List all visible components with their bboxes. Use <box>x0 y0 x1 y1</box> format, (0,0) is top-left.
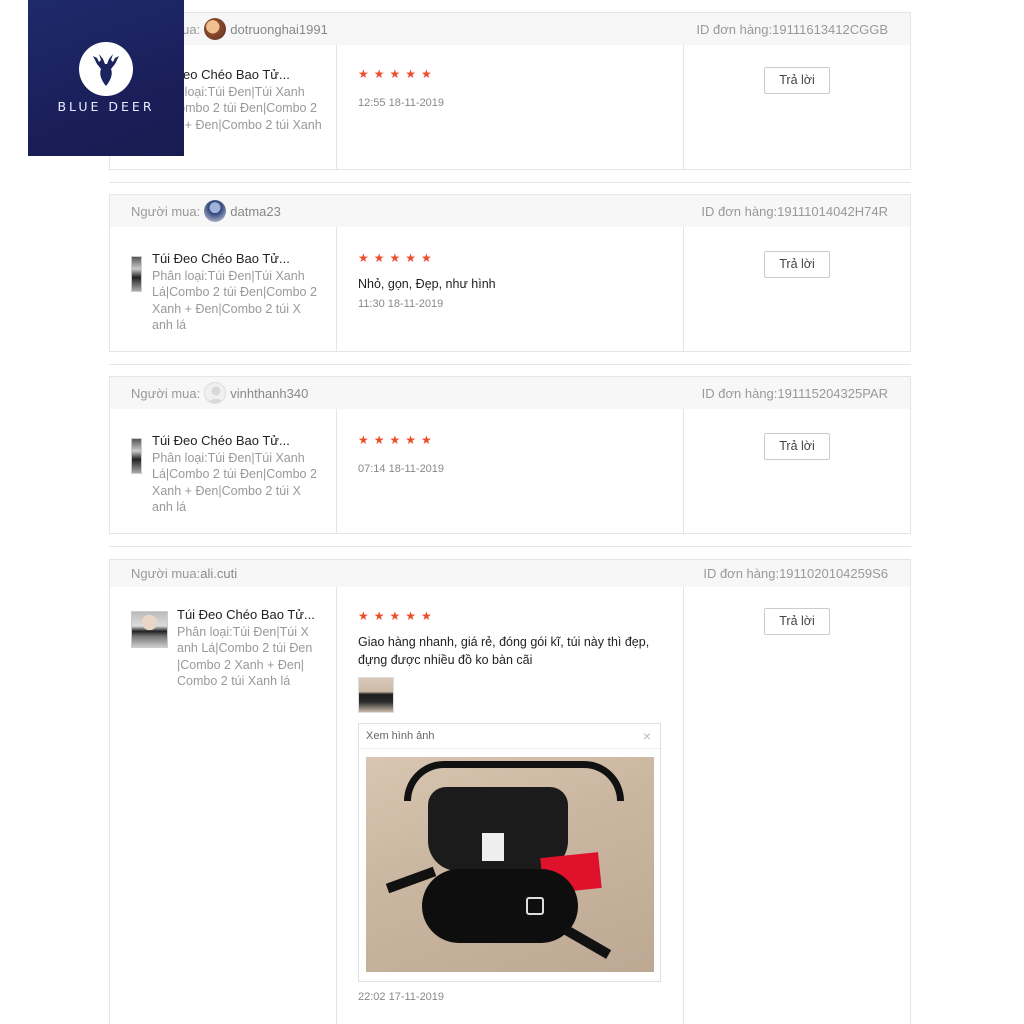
order-id: ID đơn hàng:19111613412CGGB <box>696 21 888 37</box>
action-column: Trả lời <box>684 227 910 351</box>
product-name[interactable]: Túi Đeo Chéo Bao Tử... <box>152 433 312 450</box>
rating-stars: ★★★★★ <box>358 251 437 265</box>
product-info: Túi Đeo Chéo Bao Tử... Phân loại:Túi Đen… <box>152 251 322 351</box>
product-column: Túi Đeo Chéo Bao Tử... Phân loại:Túi Đen… <box>110 587 337 1024</box>
review-card: Người mua: dotruonghai1991 ID đơn hàng:1… <box>109 12 911 170</box>
review-card-body: Túi Đeo Chéo Bao Tử... Phân loại:Túi Đen… <box>110 45 910 169</box>
product-variant: Phân loại:Túi Đen|Túi X anh Lá|Combo 2 t… <box>177 624 313 689</box>
buyer-name[interactable]: dotruonghai1991 <box>230 22 328 37</box>
product-info: Túi Đeo Chéo Bao Tử... Phân loại:Túi Đen… <box>177 607 317 1024</box>
product-thumbnail[interactable] <box>131 256 142 292</box>
action-column: Trả lời <box>684 587 910 1024</box>
buyer-label: Người mua: <box>131 566 201 581</box>
review-comment: Giao hàng nhanh, giá rẻ, đóng gói kĩ, tú… <box>358 635 650 667</box>
review-column: ★★★★★ 12:55 18-11-2019 <box>337 45 684 169</box>
review-time: 12:55 18-11-2019 <box>358 97 445 109</box>
reply-button[interactable]: Trả lời <box>764 67 830 94</box>
order-id: ID đơn hàng:19111014042H74R <box>701 203 888 219</box>
image-viewer-title: Xem hình ảnh <box>366 730 435 742</box>
review-time: 11:30 18-11-2019 <box>358 298 444 310</box>
product-variant: Phân loại:Túi Đen|Túi Xanh Lá|Combo 2 tú… <box>152 450 317 515</box>
order-id: ID đơn hàng:191115204325PAR <box>701 385 888 401</box>
product-name[interactable]: Túi Đeo Chéo Bao Tử... <box>177 607 317 624</box>
review-card-header: Người mua: ali.cuti ID đơn hàng:19110201… <box>110 560 910 587</box>
review-card-body: Túi Đeo Chéo Bao Tử... Phân loại:Túi Đen… <box>110 587 910 1024</box>
image-viewer-header: Xem hình ảnh × <box>359 724 660 749</box>
buyer-avatar[interactable] <box>204 200 227 222</box>
card-divider <box>109 546 911 547</box>
review-comment: Nhỏ, gọn, Đẹp, như hình <box>358 277 496 291</box>
product-name[interactable]: Túi Đeo Chéo Bao Tử... <box>152 251 312 268</box>
review-card: Người mua: datma23 ID đơn hàng:191110140… <box>109 194 911 352</box>
product-thumbnail[interactable] <box>131 438 142 474</box>
buyer-info: Người mua: datma23 <box>131 200 281 222</box>
product-thumbnail[interactable] <box>131 611 168 648</box>
review-card: Người mua: ali.cuti ID đơn hàng:19110201… <box>109 559 911 1024</box>
review-photo <box>366 757 654 972</box>
rating-stars: ★★★★★ <box>358 67 437 81</box>
buyer-name[interactable]: ali.cuti <box>200 566 237 581</box>
brand-name: BLUE DEER <box>57 99 155 114</box>
review-column: ★★★★★ Giao hàng nhanh, giá rẻ, đóng gói … <box>337 587 684 1024</box>
review-image-thumbnail[interactable] <box>358 677 394 713</box>
reply-button[interactable]: Trả lời <box>764 433 830 460</box>
review-card-body: Túi Đeo Chéo Bao Tử... Phân loại:Túi Đen… <box>110 227 910 351</box>
product-info: Túi Đeo Chéo Bao Tử... Phân loại:Túi Đen… <box>152 433 322 533</box>
product-column: Túi Đeo Chéo Bao Tử... Phân loại:Túi Đen… <box>110 409 337 533</box>
review-card-header: Người mua: datma23 ID đơn hàng:191110140… <box>110 195 910 227</box>
review-column: ★★★★★ 07:14 18-11-2019 <box>337 409 684 533</box>
buyer-info: Người mua: ali.cuti <box>131 566 237 581</box>
product-variant: Phân loại:Túi Đen|Túi Xanh Lá|Combo 2 tú… <box>152 268 317 333</box>
action-column: Trả lời <box>684 45 910 169</box>
card-divider <box>109 182 911 183</box>
reply-button[interactable]: Trả lời <box>764 251 830 278</box>
review-card-header: Người mua: dotruonghai1991 ID đơn hàng:1… <box>110 13 910 45</box>
default-avatar-icon[interactable] <box>204 382 227 404</box>
buyer-label: Người mua: <box>131 385 201 401</box>
buyer-info: Người mua: vinhthanh340 <box>131 382 308 404</box>
order-id: ID đơn hàng:1911020104259S6 <box>703 566 888 581</box>
product-column: Túi Đeo Chéo Bao Tử... Phân loại:Túi Đen… <box>110 227 337 351</box>
reply-button[interactable]: Trả lời <box>764 608 830 635</box>
buyer-avatar[interactable] <box>204 18 227 40</box>
review-time: 22:02 17-11-2019 <box>358 991 445 1003</box>
review-time: 07:14 18-11-2019 <box>358 463 445 475</box>
review-column: ★★★★★ Nhỏ, gọn, Đẹp, như hình 11:30 18-1… <box>337 227 684 351</box>
deer-logo-icon <box>79 42 133 96</box>
review-card-header: Người mua: vinhthanh340 ID đơn hàng:1911… <box>110 377 910 409</box>
review-card-body: Túi Đeo Chéo Bao Tử... Phân loại:Túi Đen… <box>110 409 910 533</box>
card-divider <box>109 364 911 365</box>
rating-stars: ★★★★★ <box>358 433 437 447</box>
rating-stars: ★★★★★ <box>358 609 437 623</box>
review-card: Người mua: vinhthanh340 ID đơn hàng:1911… <box>109 376 911 534</box>
buyer-name[interactable]: vinhthanh340 <box>230 386 308 401</box>
brand-logo: BLUE DEER <box>28 0 184 156</box>
close-icon[interactable]: × <box>643 728 651 744</box>
buyer-name[interactable]: datma23 <box>230 204 281 219</box>
image-viewer: Xem hình ảnh × <box>358 723 661 982</box>
buyer-label: Người mua: <box>131 203 201 219</box>
action-column: Trả lời <box>684 409 910 533</box>
